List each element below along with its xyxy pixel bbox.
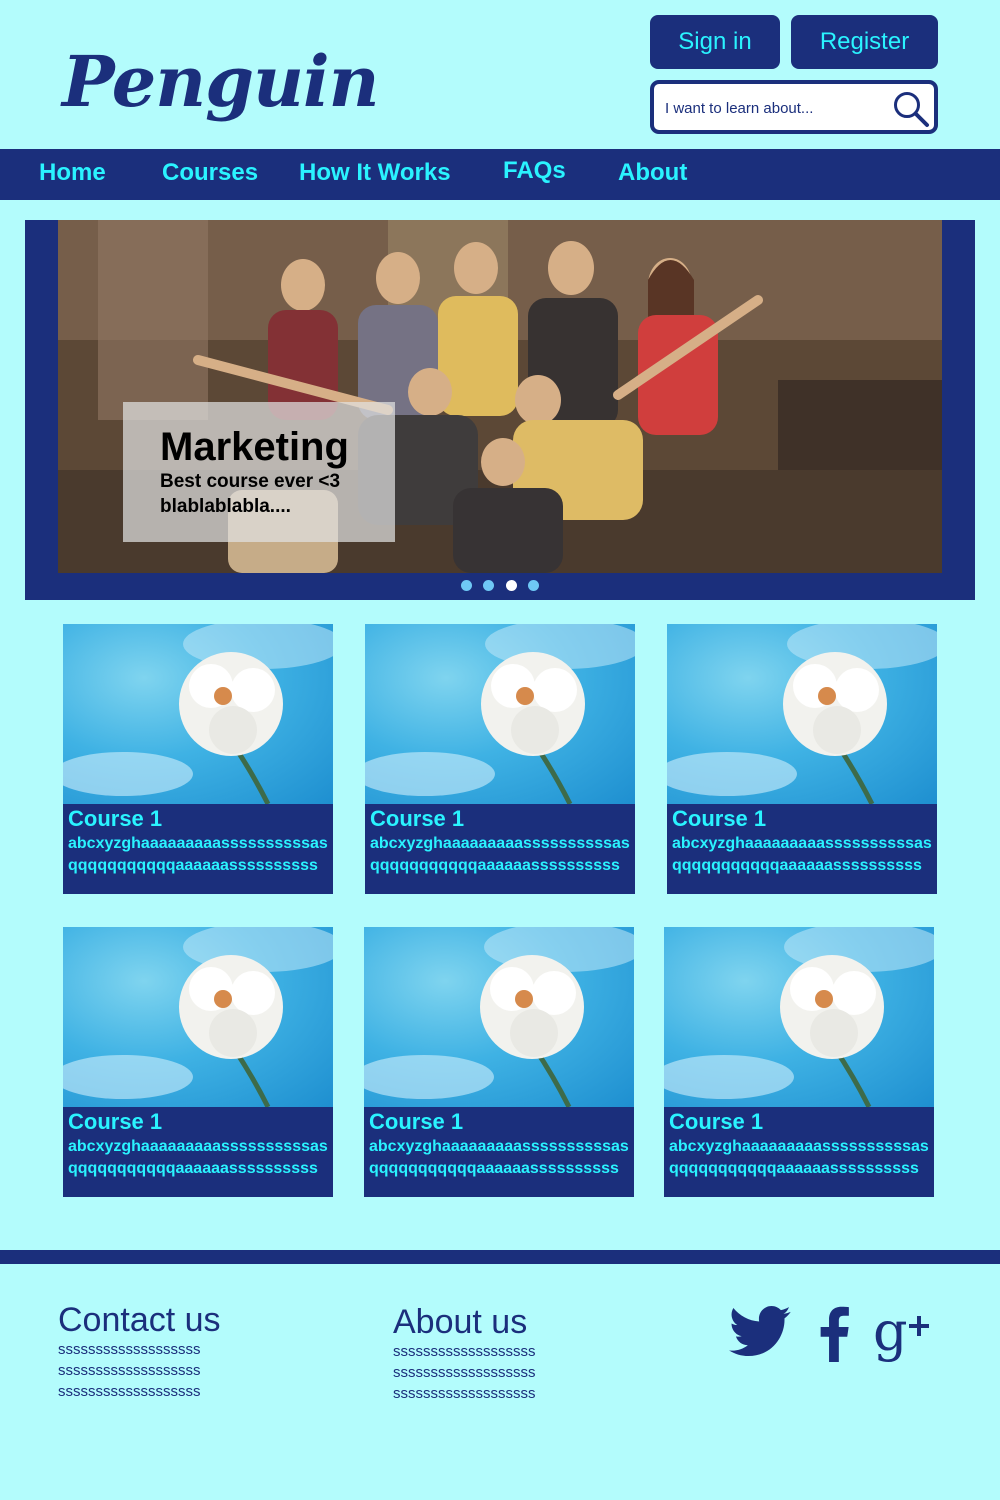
course-description: abcxyzghaaaaaaaaassssssssssasqqqqqqqqqqq… — [68, 1138, 328, 1177]
facebook-icon[interactable] — [814, 1306, 852, 1362]
footer-divider — [0, 1250, 1000, 1264]
course-description: abcxyzghaaaaaaaaassssssssssasqqqqqqqqqqq… — [68, 835, 328, 874]
twitter-icon[interactable] — [728, 1300, 794, 1362]
course-image[interactable] — [63, 927, 333, 1107]
svg-text:g: g — [873, 1302, 908, 1362]
about-us-text: sssssssssssssssssss sssssssssssssssssss … — [393, 1341, 583, 1404]
search-icon[interactable] — [892, 90, 930, 128]
carousel-dot-2[interactable] — [483, 580, 494, 591]
hero-caption: Marketing Best course ever <3 blablablab… — [123, 402, 395, 542]
course-card[interactable]: Course 1 abcxyzghaaaaaaaaassssssssssasqqq… — [664, 927, 934, 1197]
search-input[interactable] — [663, 93, 882, 123]
course-title[interactable]: Course 1 — [68, 1108, 162, 1136]
course-description: abcxyzghaaaaaaaaassssssssssasqqqqqqqqqqq… — [369, 1138, 629, 1177]
contact-line: sssssssssssssssssss — [58, 1383, 201, 1400]
course-image[interactable] — [365, 624, 635, 804]
course-description: abcxyzghaaaaaaaaassssssssssasqqqqqqqqqqq… — [669, 1138, 929, 1177]
course-card[interactable]: Course 1 abcxyzghaaaaaaaaassssssssssasqqq… — [63, 927, 333, 1197]
course-card[interactable]: Course 1 abcxyzghaaaaaaaaassssssssssasqqq… — [63, 624, 333, 894]
hero-group-photo: Marketing Best course ever <3 blablablab… — [58, 220, 942, 573]
nav-item-about[interactable]: About — [618, 149, 687, 200]
about-us-heading[interactable]: About us — [393, 1302, 527, 1342]
hero-carousel[interactable]: Marketing Best course ever <3 blablablab… — [25, 220, 975, 600]
course-title[interactable]: Course 1 — [672, 805, 766, 833]
about-line: sssssssssssssssssss — [393, 1343, 536, 1360]
sign-in-button[interactable]: Sign in — [650, 15, 780, 69]
course-image[interactable] — [63, 624, 333, 804]
logo[interactable]: Penguin — [62, 22, 380, 142]
course-description: abcxyzghaaaaaaaaassssssssssasqqqqqqqqqqq… — [672, 835, 932, 874]
hero-subtitle-line-2: blablablabla.... — [160, 496, 291, 517]
carousel-dot-4[interactable] — [528, 580, 539, 591]
course-card[interactable]: Course 1 abcxyzghaaaaaaaaassssssssssasqqq… — [667, 624, 937, 894]
google-plus-icon[interactable]: g — [873, 1302, 931, 1362]
course-title[interactable]: Course 1 — [68, 805, 162, 833]
search-box — [650, 80, 938, 134]
course-image[interactable] — [364, 927, 634, 1107]
contact-us-heading[interactable]: Contact us — [58, 1300, 221, 1340]
hero-title: Marketing — [160, 425, 349, 469]
contact-line: sssssssssssssssssss — [58, 1341, 201, 1358]
nav-item-home[interactable]: Home — [39, 149, 106, 200]
main-nav: Home Courses How It Works FAQs About — [0, 149, 1000, 200]
nav-item-courses[interactable]: Courses — [162, 149, 258, 200]
carousel-dot-3[interactable] — [506, 580, 517, 591]
course-card[interactable]: Course 1 abcxyzghaaaaaaaaassssssssssasqqq… — [365, 624, 635, 894]
contact-us-text: sssssssssssssssssss sssssssssssssssssss … — [58, 1339, 248, 1402]
nav-item-faqs[interactable]: FAQs — [503, 147, 566, 198]
course-card[interactable]: Course 1 abcxyzghaaaaaaaaassssssssssasqqq… — [364, 927, 634, 1197]
course-image[interactable] — [664, 927, 934, 1107]
course-title[interactable]: Course 1 — [370, 805, 464, 833]
nav-item-how-it-works[interactable]: How It Works — [299, 149, 451, 200]
course-description: abcxyzghaaaaaaaaassssssssssasqqqqqqqqqqq… — [370, 835, 630, 874]
register-button[interactable]: Register — [791, 15, 938, 69]
carousel-dot-1[interactable] — [461, 580, 472, 591]
about-line: sssssssssssssssssss — [393, 1364, 536, 1381]
about-line: sssssssssssssssssss — [393, 1385, 536, 1402]
course-image[interactable] — [667, 624, 937, 804]
hero-subtitle-line-1: Best course ever <3 — [160, 471, 341, 492]
course-title[interactable]: Course 1 — [369, 1108, 463, 1136]
hero-subtitle: Best course ever <3 blablablabla.... — [160, 469, 340, 519]
course-title[interactable]: Course 1 — [669, 1108, 763, 1136]
contact-line: sssssssssssssssssss — [58, 1362, 201, 1379]
